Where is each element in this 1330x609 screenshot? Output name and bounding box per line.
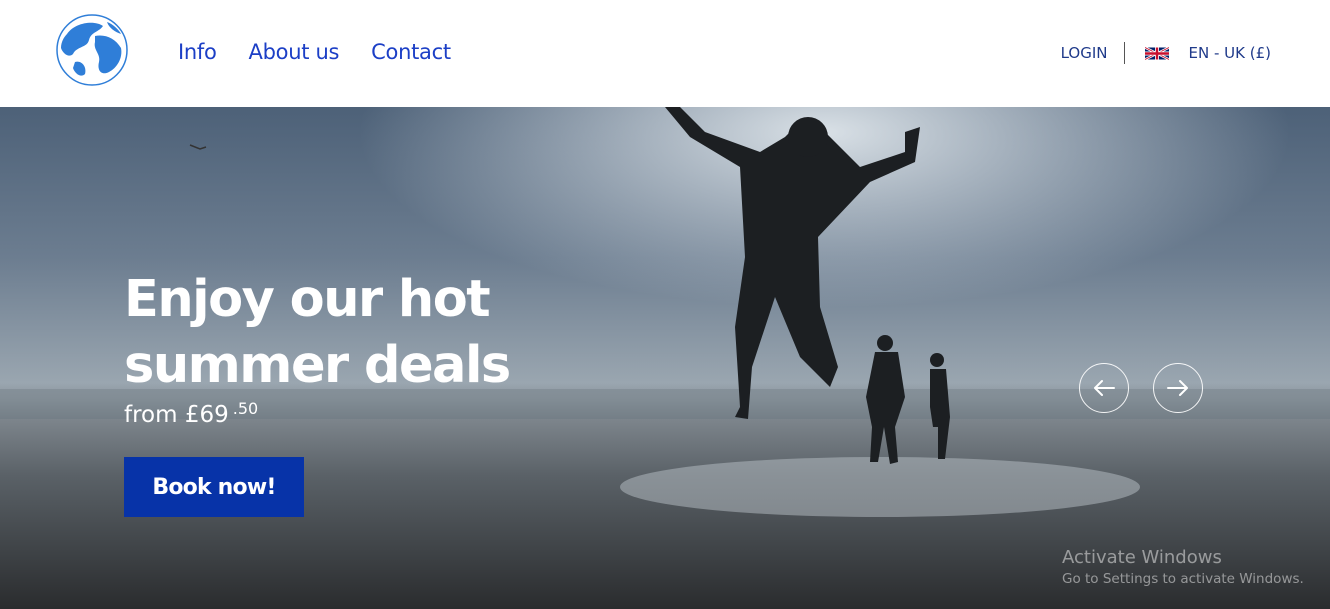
login-link[interactable]: LOGIN: [1061, 44, 1124, 62]
account-nav: LOGIN EN - UK (£): [1061, 42, 1271, 64]
carousel-prev-button[interactable]: [1079, 363, 1129, 413]
site-header: Info About us Contact LOGIN EN - UK (£): [0, 0, 1330, 107]
carousel-next-button[interactable]: [1153, 363, 1203, 413]
main-nav: Info About us Contact: [178, 40, 451, 64]
watermark-title: Activate Windows: [1062, 547, 1222, 568]
nav-divider: [1123, 42, 1125, 64]
language-selector[interactable]: EN - UK (£): [1189, 44, 1271, 62]
nav-about-us[interactable]: About us: [249, 40, 340, 64]
price-main: from £69: [124, 402, 229, 428]
hero-banner: Enjoy our hot summer deals from £69.50 B…: [0, 107, 1330, 609]
nav-contact[interactable]: Contact: [371, 40, 451, 64]
price-cents: .50: [232, 399, 259, 418]
activation-watermark: Activate Windows Go to Settings to activ…: [1062, 547, 1304, 587]
hero-price: from £69.50: [124, 399, 258, 428]
uk-flag-icon[interactable]: [1144, 46, 1169, 60]
arrow-right-icon: [1167, 380, 1188, 396]
watermark-subtitle: Go to Settings to activate Windows.: [1062, 571, 1304, 587]
book-now-button[interactable]: Book now!: [124, 457, 304, 517]
arrow-left-icon: [1094, 380, 1115, 396]
globe-icon[interactable]: [55, 14, 129, 86]
nav-info[interactable]: Info: [178, 40, 217, 64]
hero-headline: Enjoy our hot summer deals: [124, 270, 511, 395]
